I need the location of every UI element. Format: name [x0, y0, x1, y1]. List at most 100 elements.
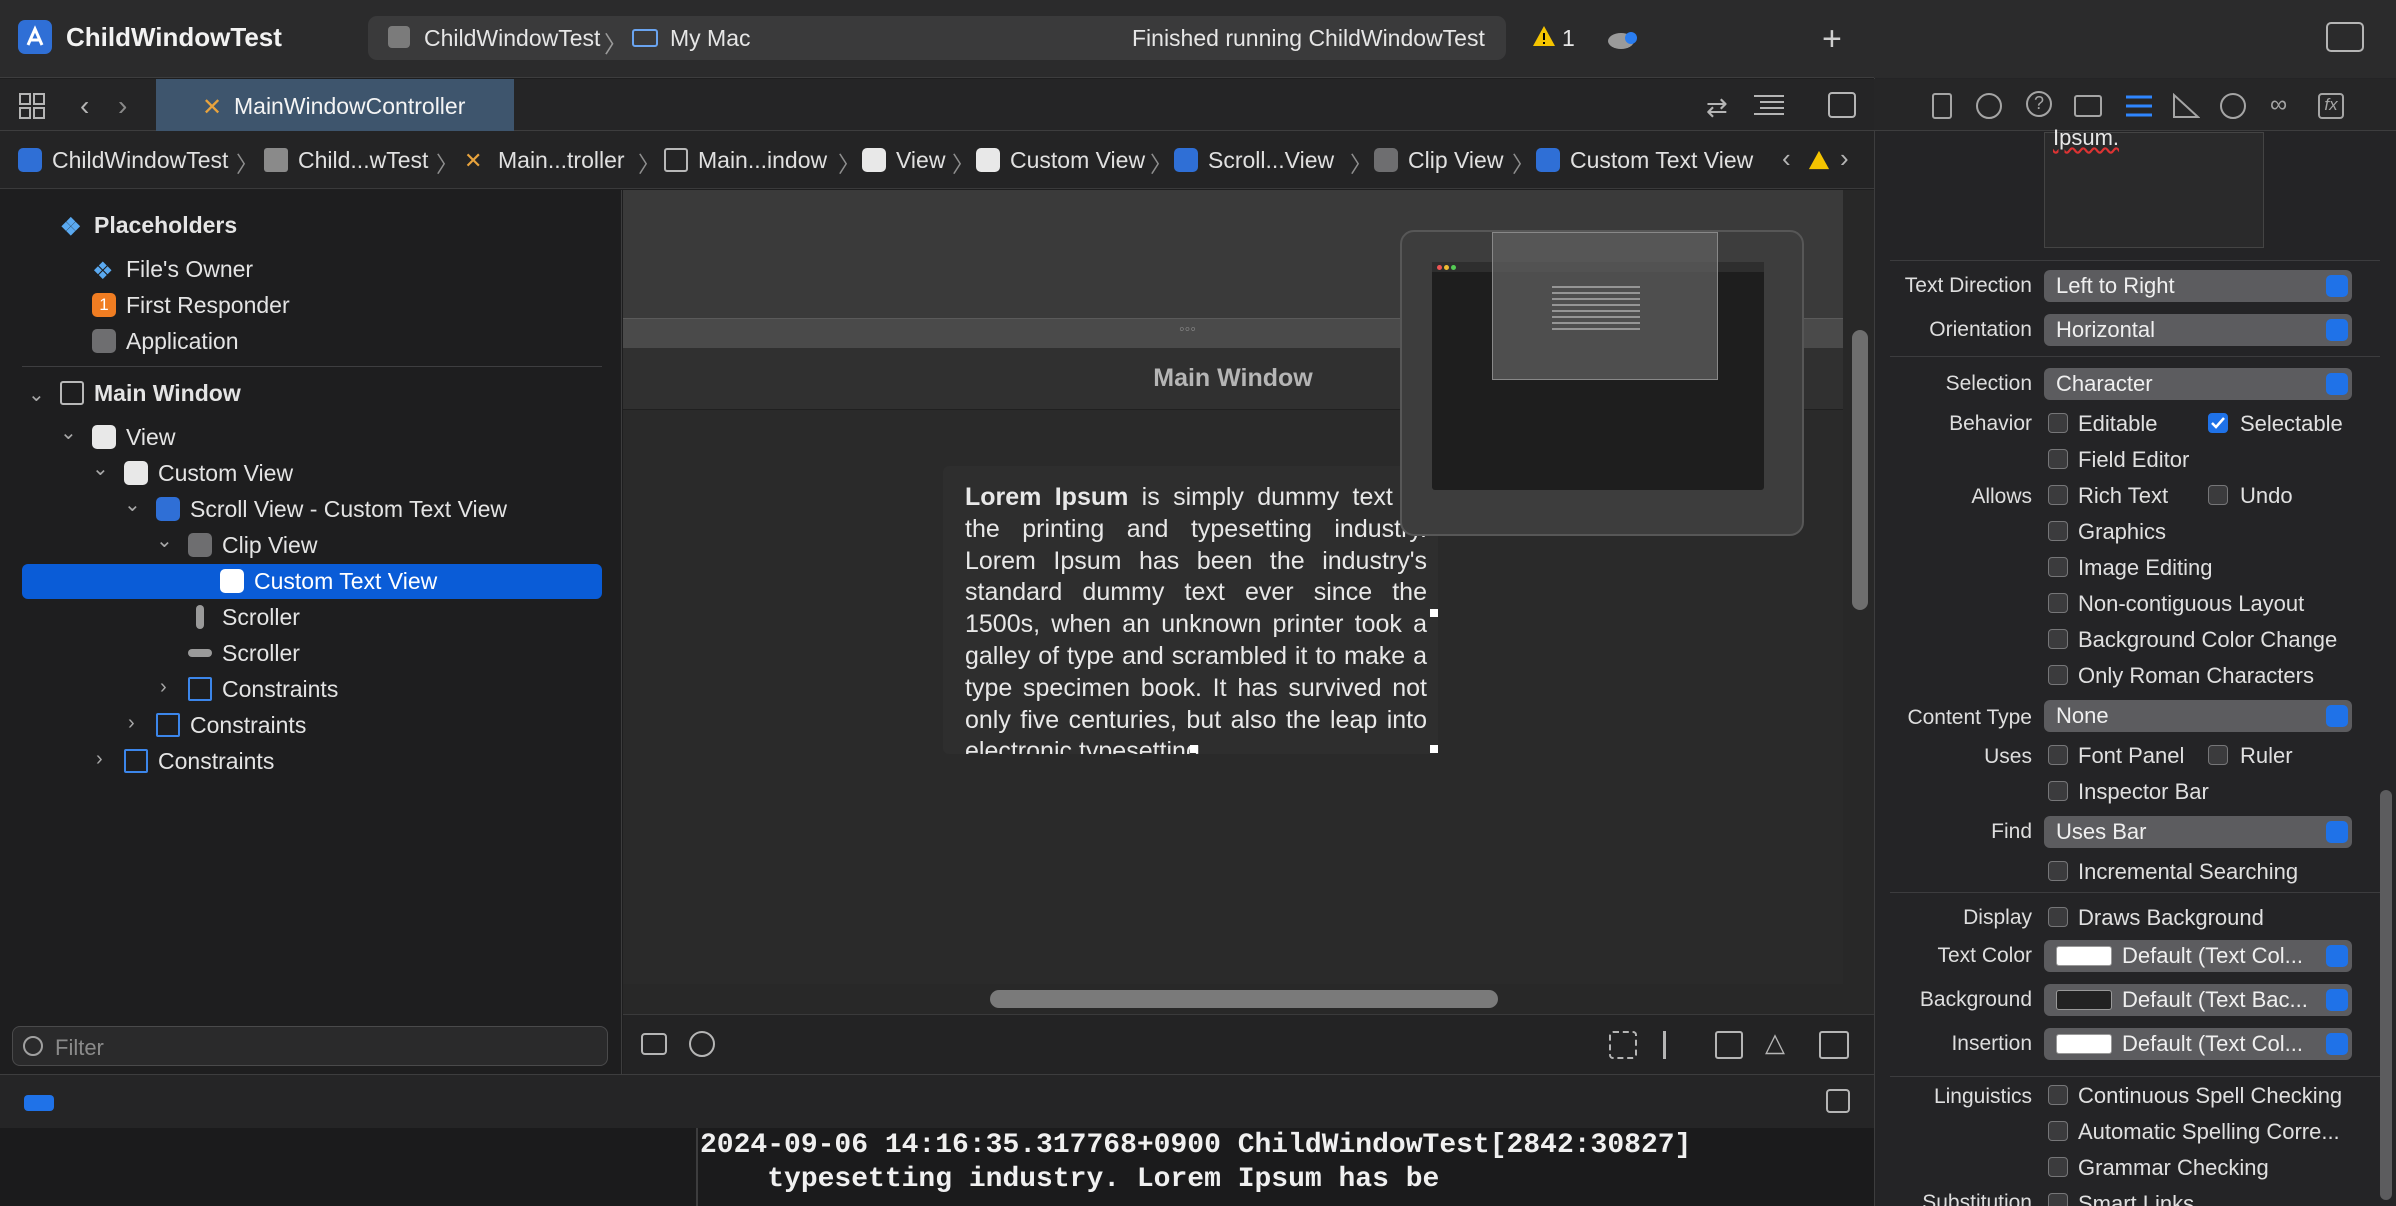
- size-inspector-icon[interactable]: [2172, 93, 2200, 119]
- horizontal-scrollbar[interactable]: [990, 990, 1498, 1008]
- outline-custom-view[interactable]: Custom View: [124, 456, 293, 490]
- effects-inspector-icon[interactable]: fx: [2318, 93, 2344, 119]
- breakpoints-icon[interactable]: [24, 1095, 54, 1111]
- insertion-color-popup[interactable]: Default (Text Col...: [2044, 1028, 2352, 1060]
- tab-mainwindowcontroller[interactable]: ✕ MainWindowController: [156, 79, 514, 131]
- selectable-checkbox[interactable]: [2208, 413, 2228, 433]
- history-inspector-icon[interactable]: [1976, 93, 2002, 119]
- attributes-inspector-icon[interactable]: [2124, 93, 2154, 119]
- resolve-issues-icon[interactable]: △: [1765, 1027, 1785, 1058]
- outline-first-responder[interactable]: 1 First Responder: [92, 288, 290, 322]
- console-output[interactable]: 2024-09-06 14:16:35.317768+0900 ChildWin…: [0, 1128, 1874, 1206]
- appearance-icon[interactable]: [689, 1031, 715, 1057]
- disclosure-open-icon[interactable]: ⌄: [156, 528, 173, 553]
- identity-inspector-icon[interactable]: [2074, 95, 2102, 117]
- disclosure-open-icon[interactable]: ⌄: [124, 492, 141, 517]
- outline-custom-text-view[interactable]: Custom Text View: [220, 564, 437, 598]
- incremental-search-checkbox[interactable]: [2048, 861, 2068, 881]
- ruler-checkbox[interactable]: [2208, 745, 2228, 765]
- outline-main-window[interactable]: Main Window: [60, 376, 241, 410]
- cloud-status-icon[interactable]: [1606, 26, 1642, 50]
- resize-handle[interactable]: [1190, 745, 1198, 753]
- bg-color-change-checkbox[interactable]: [2048, 629, 2068, 649]
- outline-placeholders[interactable]: ❖ Placeholders: [60, 208, 237, 242]
- add-icon[interactable]: +: [1822, 20, 1842, 59]
- content-type-popup[interactable]: None: [2044, 700, 2352, 732]
- jumpbar-custom-text-view[interactable]: Custom Text View: [1536, 145, 1753, 175]
- issue-next-icon[interactable]: ›: [1840, 143, 1849, 174]
- jumpbar-custom-view[interactable]: Custom View: [976, 145, 1145, 175]
- outline-constraints[interactable]: Constraints: [124, 744, 274, 778]
- jumpbar-folder[interactable]: Child...wTest: [264, 145, 428, 175]
- outline-constraints[interactable]: Constraints: [188, 672, 338, 706]
- swap-icon[interactable]: ⇄: [1706, 92, 1728, 123]
- find-popup[interactable]: Uses Bar: [2044, 816, 2352, 848]
- field-editor-checkbox[interactable]: [2048, 449, 2068, 469]
- file-inspector-icon[interactable]: [1932, 93, 1952, 119]
- outline-constraints[interactable]: Constraints: [156, 708, 306, 742]
- drag-handle-icon[interactable]: ◦◦◦: [1179, 321, 1196, 339]
- forward-icon[interactable]: ›: [118, 90, 127, 122]
- help-inspector-icon[interactable]: ?: [2026, 91, 2052, 117]
- resize-handle[interactable]: [1430, 745, 1438, 753]
- image-editing-checkbox[interactable]: [2048, 557, 2068, 577]
- align-icon[interactable]: [1663, 1031, 1691, 1059]
- undo-checkbox[interactable]: [2208, 485, 2228, 505]
- disclosure-open-icon[interactable]: ⌄: [28, 382, 45, 407]
- outline-scroll-view[interactable]: Scroll View - Custom Text View: [156, 492, 507, 526]
- editor-options-icon[interactable]: [1752, 92, 1786, 118]
- add-editor-icon[interactable]: [1828, 92, 1856, 118]
- issue-prev-icon[interactable]: ‹: [1782, 143, 1791, 174]
- editable-checkbox[interactable]: [2048, 413, 2068, 433]
- disclosure-open-icon[interactable]: ⌄: [60, 420, 77, 445]
- outline-scroller[interactable]: Scroller: [188, 600, 300, 634]
- text-color-popup[interactable]: Default (Text Col...: [2044, 940, 2352, 972]
- outline-view[interactable]: View: [92, 420, 175, 454]
- destination-selector[interactable]: My Mac: [670, 25, 751, 52]
- scheme-selector[interactable]: ChildWindowTest: [424, 25, 600, 52]
- outline-application[interactable]: Application: [92, 324, 239, 358]
- spell-checking-checkbox[interactable]: [2048, 1085, 2068, 1105]
- graphics-checkbox[interactable]: [2048, 521, 2068, 541]
- custom-text-view[interactable]: Lorem Ipsum is simply dummy text of the …: [943, 466, 1438, 754]
- noncontiguous-checkbox[interactable]: [2048, 593, 2068, 613]
- inspector-bar-checkbox[interactable]: [2048, 781, 2068, 801]
- rich-text-checkbox[interactable]: [2048, 485, 2068, 505]
- update-frames-icon[interactable]: [1609, 1031, 1637, 1059]
- toggle-outline-icon[interactable]: [641, 1033, 667, 1055]
- draws-background-checkbox[interactable]: [2048, 907, 2068, 927]
- inspector-scrollbar[interactable]: [2380, 790, 2392, 1200]
- outline-clip-view[interactable]: Clip View: [188, 528, 317, 562]
- disclosure-open-icon[interactable]: ⌄: [92, 456, 109, 481]
- outline-scroller[interactable]: Scroller: [188, 636, 300, 670]
- disclosure-closed-icon[interactable]: ›: [128, 712, 135, 735]
- connections-inspector-icon[interactable]: [2220, 93, 2246, 119]
- auto-spelling-checkbox[interactable]: [2048, 1121, 2068, 1141]
- outline-files-owner[interactable]: ❖ File's Owner: [92, 252, 253, 286]
- jumpbar-project[interactable]: ChildWindowTest: [18, 145, 228, 175]
- jumpbar-view[interactable]: View: [862, 145, 945, 175]
- disclosure-closed-icon[interactable]: ›: [160, 676, 167, 699]
- disclosure-closed-icon[interactable]: ›: [96, 748, 103, 771]
- warning-icon[interactable]: [1808, 149, 1830, 171]
- warning-icon[interactable]: [1532, 24, 1556, 48]
- jumpbar-scroll-view[interactable]: Scroll...View: [1174, 145, 1334, 175]
- only-roman-checkbox[interactable]: [2048, 665, 2068, 685]
- selection-popup[interactable]: Character: [2044, 368, 2352, 400]
- bindings-inspector-icon[interactable]: ∞: [2270, 91, 2287, 119]
- font-panel-checkbox[interactable]: [2048, 745, 2068, 765]
- smart-links-checkbox[interactable]: [2048, 1193, 2068, 1206]
- back-icon[interactable]: ‹: [80, 90, 89, 122]
- toggle-inspector-icon[interactable]: [2326, 22, 2364, 52]
- grammar-checkbox[interactable]: [2048, 1157, 2068, 1177]
- jumpbar-clip-view[interactable]: Clip View: [1374, 145, 1503, 175]
- jumpbar-window[interactable]: Main...indow: [664, 145, 827, 175]
- filter-field[interactable]: Filter: [12, 1026, 608, 1066]
- orientation-popup[interactable]: Horizontal: [2044, 314, 2352, 346]
- add-constraints-icon[interactable]: [1715, 1031, 1743, 1059]
- grid-icon[interactable]: [18, 92, 46, 120]
- resize-handle[interactable]: [1430, 609, 1438, 617]
- text-preview-field[interactable]: Ipsum.: [2044, 125, 2264, 248]
- text-direction-popup[interactable]: Left to Right: [2044, 270, 2352, 302]
- jumpbar-xib[interactable]: ✕ Main...troller: [464, 145, 625, 175]
